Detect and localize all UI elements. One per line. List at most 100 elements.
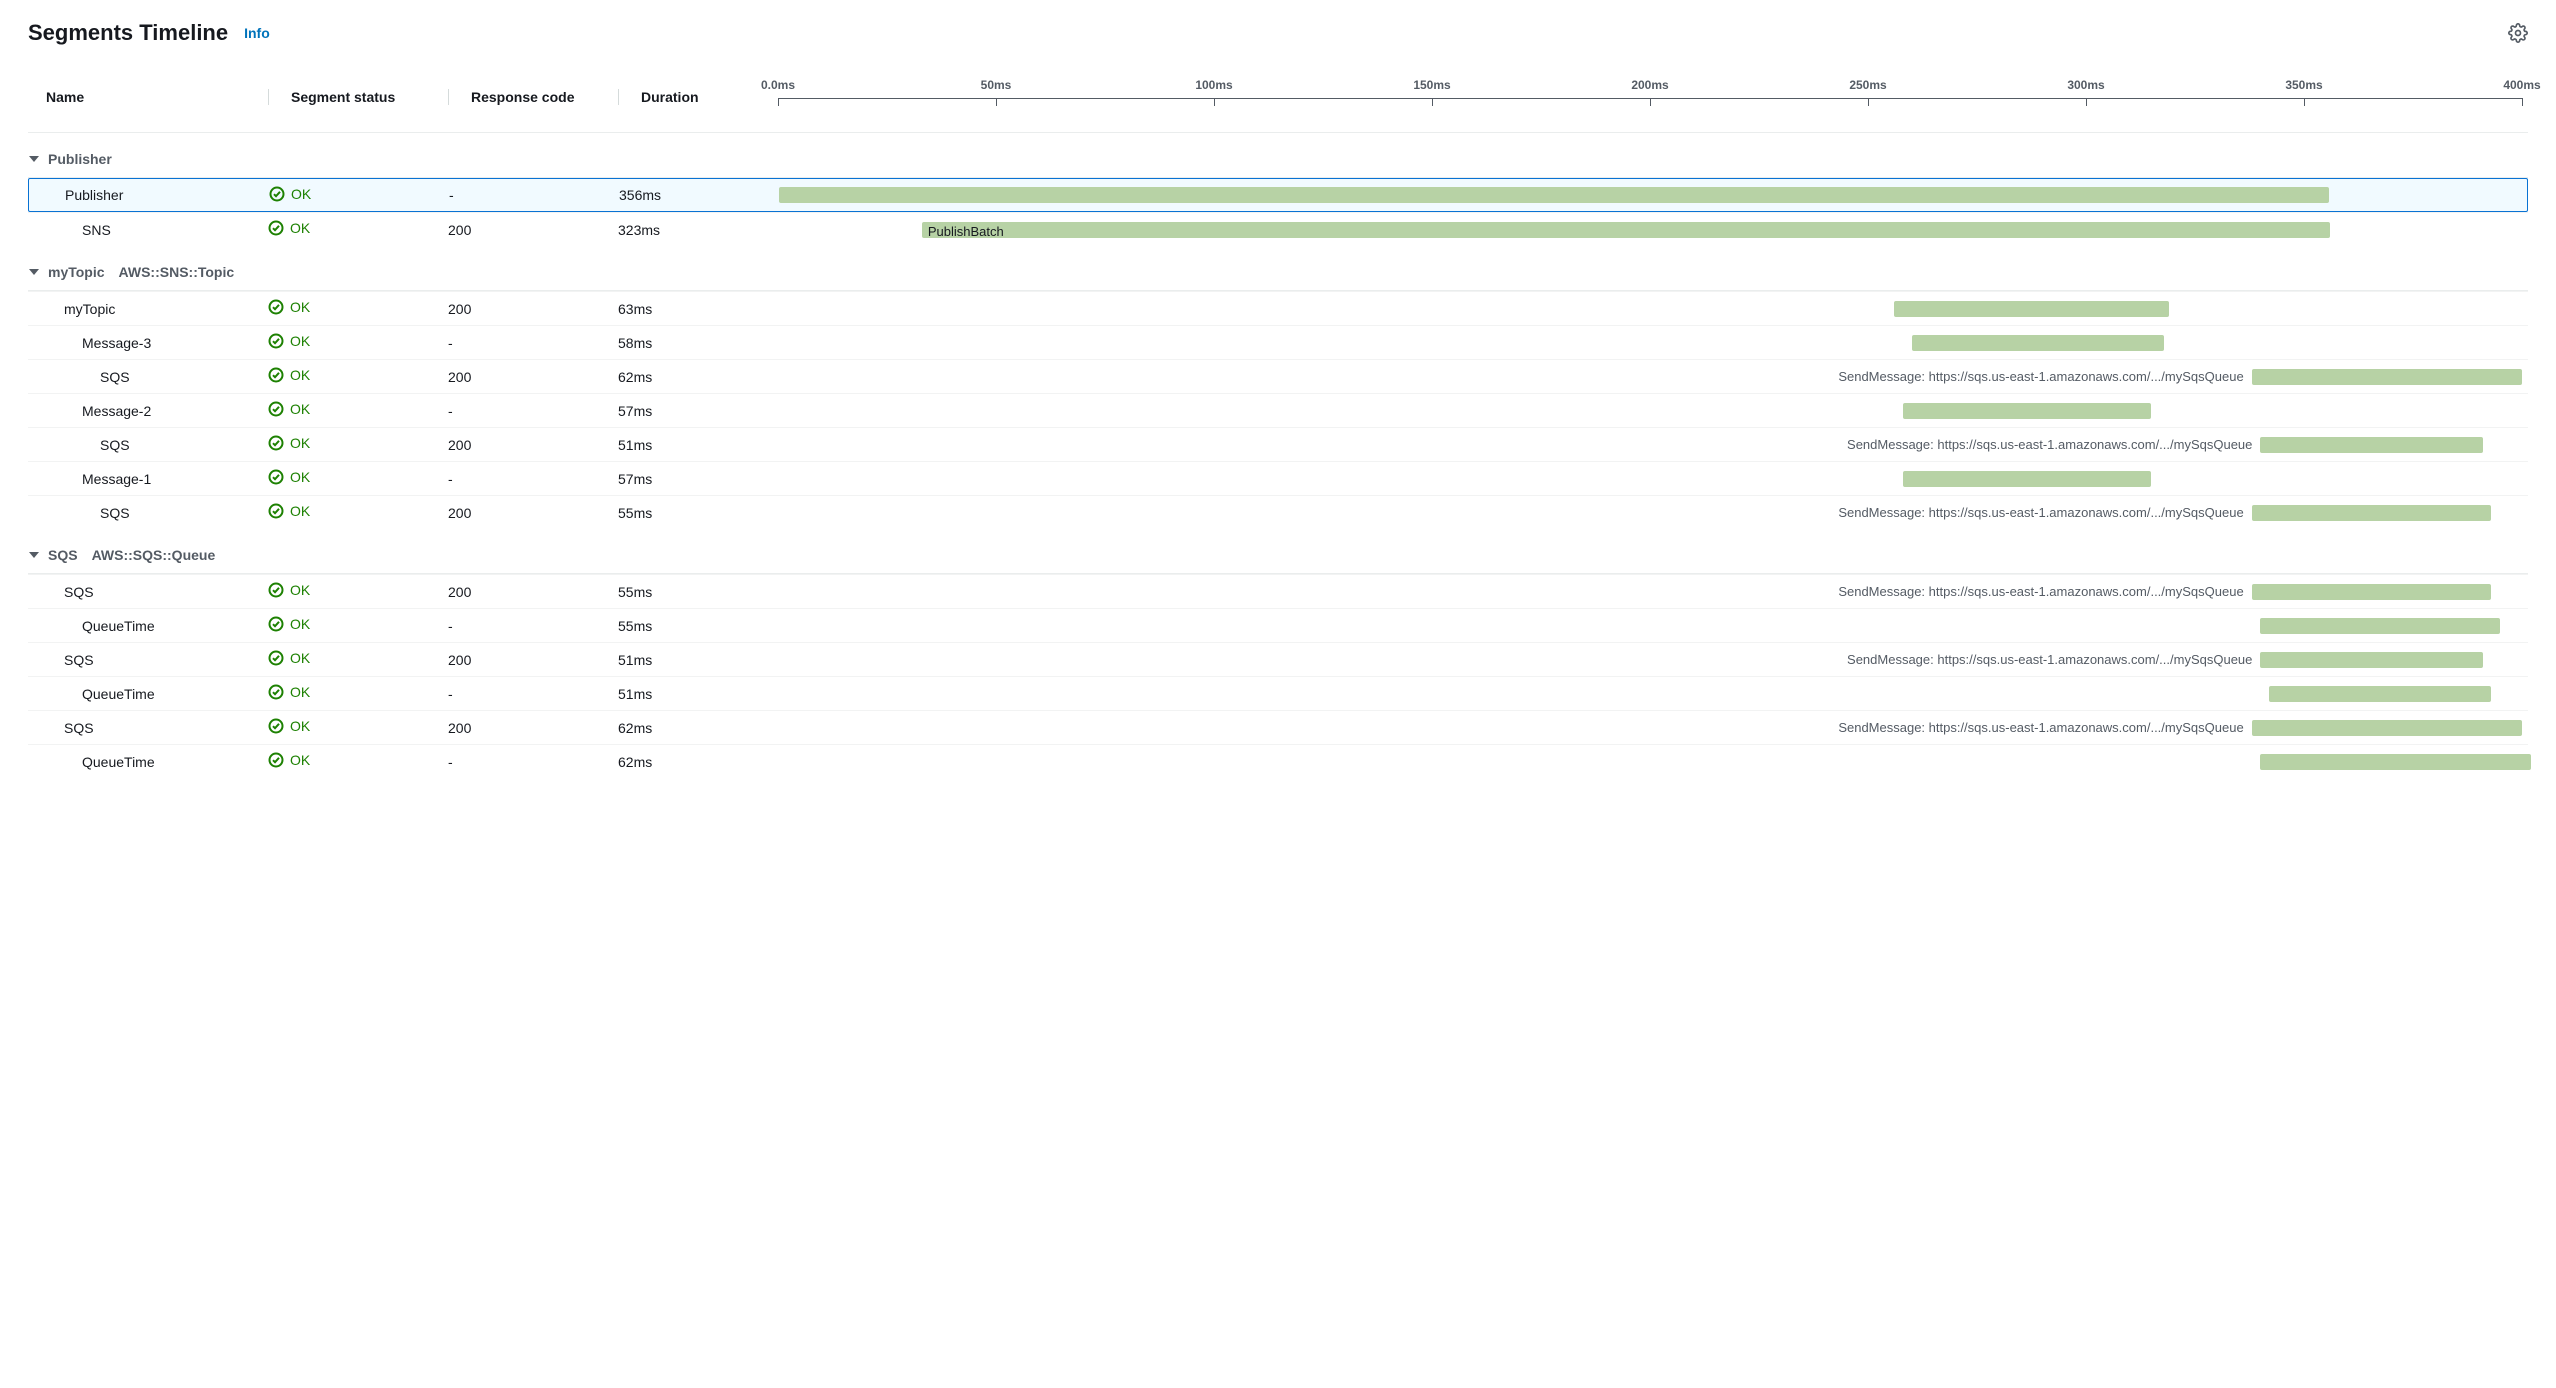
segment-name: SQS bbox=[28, 369, 268, 385]
check-circle-icon bbox=[268, 582, 284, 598]
group-header[interactable]: SQSAWS::SQS::Queue bbox=[28, 529, 2528, 574]
segment-row[interactable]: SQSOK20051msSendMessage: https://sqs.us-… bbox=[28, 427, 2528, 461]
timeline-lane bbox=[778, 684, 2522, 704]
status-ok: OK bbox=[268, 299, 310, 315]
axis-tick-label: 400ms bbox=[2503, 78, 2540, 92]
caret-down-icon[interactable] bbox=[28, 153, 40, 165]
check-circle-icon bbox=[268, 333, 284, 349]
page-title: Segments Timeline bbox=[28, 20, 228, 46]
timeline-bar[interactable] bbox=[2269, 686, 2491, 702]
timeline-bar[interactable] bbox=[1903, 471, 2152, 487]
info-link[interactable]: Info bbox=[244, 25, 270, 41]
duration: 62ms bbox=[618, 754, 778, 770]
timeline-bar-label: PublishBatch bbox=[922, 222, 2330, 242]
check-circle-icon bbox=[268, 616, 284, 632]
timeline-bar[interactable] bbox=[1903, 403, 2152, 419]
segment-name: Message-2 bbox=[28, 403, 268, 419]
col-header-duration[interactable]: Duration bbox=[618, 89, 778, 105]
response-code: - bbox=[448, 335, 618, 351]
timeline-bar[interactable] bbox=[1894, 301, 2169, 317]
axis-tick bbox=[1214, 98, 1215, 106]
timeline-bar[interactable] bbox=[2260, 618, 2500, 634]
col-header-response[interactable]: Response code bbox=[448, 89, 618, 105]
caret-down-icon[interactable] bbox=[28, 266, 40, 278]
status-text: OK bbox=[290, 333, 310, 349]
timeline-bar-label: SendMessage: https://sqs.us-east-1.amazo… bbox=[1838, 718, 2251, 738]
timeline-bar-label: SendMessage: https://sqs.us-east-1.amazo… bbox=[1838, 503, 2251, 523]
check-circle-icon bbox=[268, 684, 284, 700]
check-circle-icon bbox=[268, 367, 284, 383]
timeline-lane: SendMessage: https://sqs.us-east-1.amazo… bbox=[778, 503, 2522, 523]
check-circle-icon bbox=[268, 752, 284, 768]
timeline-bar[interactable] bbox=[1912, 335, 2165, 351]
status-text: OK bbox=[290, 435, 310, 451]
group-name: myTopic bbox=[48, 264, 105, 280]
settings-gear-icon[interactable] bbox=[2508, 23, 2528, 43]
response-code: 200 bbox=[448, 369, 618, 385]
timeline-bar[interactable] bbox=[779, 187, 2329, 203]
check-circle-icon bbox=[268, 299, 284, 315]
timeline-bar[interactable]: PublishBatch bbox=[922, 222, 2330, 238]
status-ok: OK bbox=[268, 582, 310, 598]
status-ok: OK bbox=[268, 718, 310, 734]
segment-row[interactable]: myTopicOK20063ms bbox=[28, 291, 2528, 325]
status-text: OK bbox=[290, 367, 310, 383]
segment-row[interactable]: QueueTimeOK-62ms bbox=[28, 744, 2528, 778]
timeline-bar[interactable] bbox=[2252, 369, 2522, 385]
timeline-bar[interactable] bbox=[2260, 652, 2482, 668]
timeline-bar[interactable] bbox=[2252, 505, 2492, 521]
segment-row[interactable]: SQSOK20055msSendMessage: https://sqs.us-… bbox=[28, 495, 2528, 529]
check-circle-icon bbox=[268, 220, 284, 236]
duration: 51ms bbox=[618, 437, 778, 453]
segment-row[interactable]: SQSOK20055msSendMessage: https://sqs.us-… bbox=[28, 574, 2528, 608]
axis-tick-label: 0.0ms bbox=[761, 78, 795, 92]
axis-tick-label: 100ms bbox=[1195, 78, 1232, 92]
segment-name: Publisher bbox=[29, 187, 269, 203]
caret-down-icon[interactable] bbox=[28, 549, 40, 561]
status-text: OK bbox=[290, 401, 310, 417]
segment-row[interactable]: SNSOK200323msPublishBatch bbox=[28, 212, 2528, 246]
timeline-bar[interactable] bbox=[2260, 437, 2482, 453]
timeline-bar[interactable] bbox=[2252, 584, 2492, 600]
duration: 62ms bbox=[618, 720, 778, 736]
status-text: OK bbox=[290, 684, 310, 700]
segment-row[interactable]: QueueTimeOK-51ms bbox=[28, 676, 2528, 710]
segment-name: QueueTime bbox=[28, 618, 268, 634]
axis-tick-label: 200ms bbox=[1631, 78, 1668, 92]
duration: 55ms bbox=[618, 584, 778, 600]
check-circle-icon bbox=[268, 401, 284, 417]
group-header[interactable]: Publisher bbox=[28, 133, 2528, 178]
axis-tick-label: 50ms bbox=[981, 78, 1012, 92]
segment-row[interactable]: PublisherOK-356ms bbox=[28, 178, 2528, 212]
check-circle-icon bbox=[268, 503, 284, 519]
axis-tick bbox=[2304, 98, 2305, 106]
segment-name: SNS bbox=[28, 222, 268, 238]
axis-tick-label: 150ms bbox=[1413, 78, 1450, 92]
timeline-lane bbox=[778, 616, 2522, 636]
axis-tick bbox=[778, 98, 779, 106]
response-code: 200 bbox=[448, 222, 618, 238]
segment-row[interactable]: Message-3OK-58ms bbox=[28, 325, 2528, 359]
segment-row[interactable]: SQSOK20051msSendMessage: https://sqs.us-… bbox=[28, 642, 2528, 676]
segment-row[interactable]: SQSOK20062msSendMessage: https://sqs.us-… bbox=[28, 359, 2528, 393]
segment-row[interactable]: QueueTimeOK-55ms bbox=[28, 608, 2528, 642]
duration: 62ms bbox=[618, 369, 778, 385]
group-header[interactable]: myTopicAWS::SNS::Topic bbox=[28, 246, 2528, 291]
status-ok: OK bbox=[268, 220, 310, 236]
segment-row[interactable]: SQSOK20062msSendMessage: https://sqs.us-… bbox=[28, 710, 2528, 744]
segment-row[interactable]: Message-1OK-57ms bbox=[28, 461, 2528, 495]
response-code: - bbox=[449, 187, 619, 203]
status-ok: OK bbox=[268, 435, 310, 451]
timeline-lane: SendMessage: https://sqs.us-east-1.amazo… bbox=[778, 435, 2522, 455]
col-header-status[interactable]: Segment status bbox=[268, 89, 448, 105]
status-ok: OK bbox=[269, 186, 311, 202]
timeline-bar[interactable] bbox=[2252, 720, 2522, 736]
axis-tick bbox=[1432, 98, 1433, 106]
timeline-bar[interactable] bbox=[2260, 754, 2530, 770]
segment-name: QueueTime bbox=[28, 754, 268, 770]
segment-row[interactable]: Message-2OK-57ms bbox=[28, 393, 2528, 427]
col-header-name[interactable]: Name bbox=[28, 89, 268, 105]
duration: 55ms bbox=[618, 505, 778, 521]
timeline-lane: SendMessage: https://sqs.us-east-1.amazo… bbox=[778, 582, 2522, 602]
segment-name: SQS bbox=[28, 505, 268, 521]
